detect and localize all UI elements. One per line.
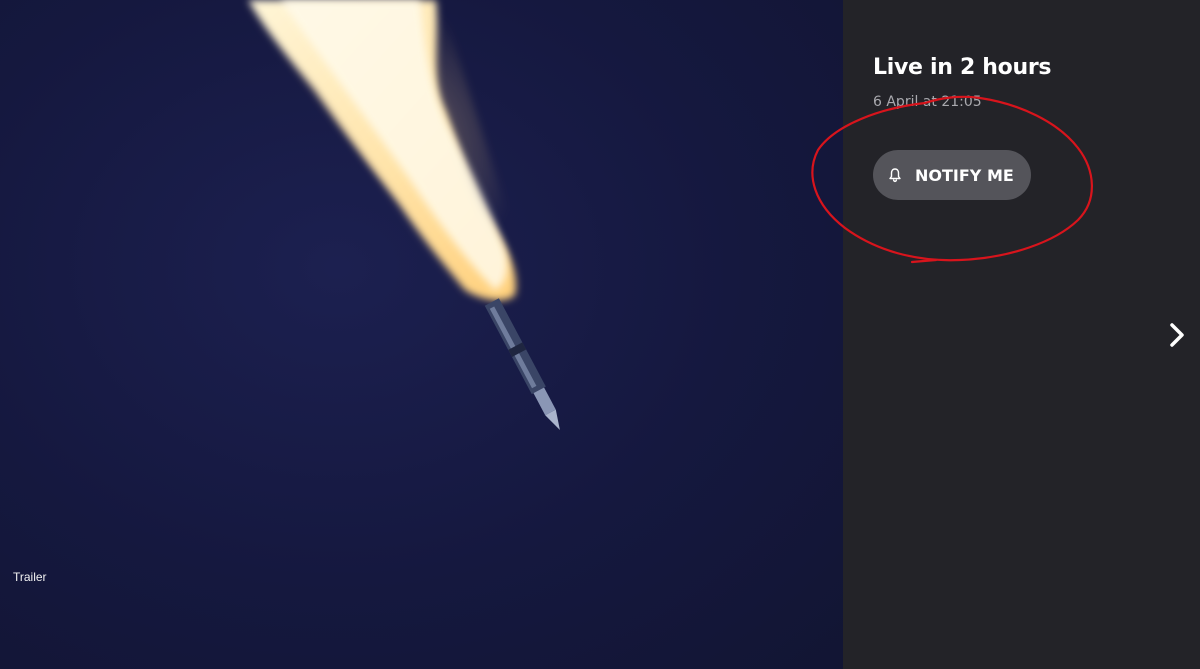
- notify-me-label: NOTIFY ME: [915, 165, 1014, 185]
- rocket-launch-image: [240, 0, 560, 431]
- info-panel: Live in 2 hours 6 April at 21:05 NOTIFY …: [843, 0, 1200, 669]
- rocket: [484, 298, 560, 431]
- chevron-right-icon[interactable]: [1163, 318, 1193, 352]
- scheduled-date: 6 April at 21:05: [873, 94, 982, 110]
- video-preview[interactable]: Trailer: [0, 0, 843, 669]
- video-player: Trailer Live in 2 hours 6 April at 21:05…: [0, 0, 1200, 669]
- bell-icon: [887, 167, 903, 183]
- notify-me-button[interactable]: NOTIFY ME: [873, 150, 1031, 200]
- trailer-label: Trailer: [13, 570, 47, 584]
- live-countdown-title: Live in 2 hours: [873, 55, 1052, 80]
